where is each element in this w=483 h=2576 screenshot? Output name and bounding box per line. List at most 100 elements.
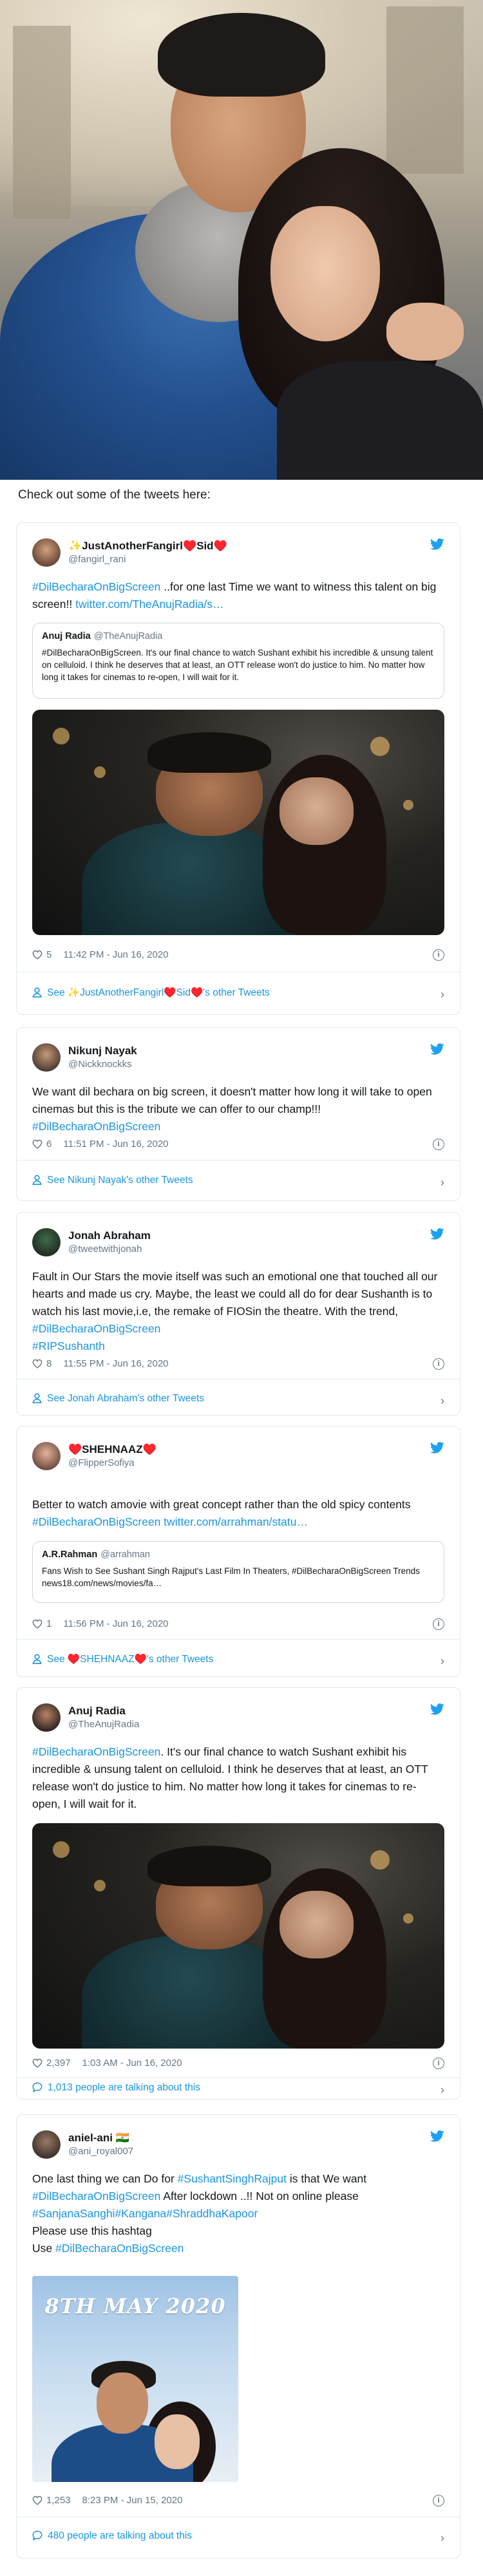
person-icon	[32, 987, 42, 998]
tweet-meta: 2,397 1:03 AM - Jun 16, 2020 i	[32, 2058, 444, 2072]
quoted-tweet[interactable]: A.R.Rahman @arrahman Fans Wish to See Sus…	[32, 1541, 444, 1603]
avatar[interactable]	[32, 1703, 61, 1732]
author-handle[interactable]: @Nickknockks	[68, 1059, 132, 1070]
heart-icon[interactable]	[32, 2496, 43, 2505]
tweet-text: Better to watch amovie with great concep…	[32, 1498, 411, 1528]
avatar[interactable]	[32, 1228, 61, 1256]
see-more-link[interactable]: See Nikunj Nayak's other Tweets ›	[32, 1175, 444, 1190]
tweet-image[interactable]: 8TH MAY 2020	[32, 2276, 238, 2482]
hashtag-link[interactable]: #DilBecharaOnBigScreen	[32, 1120, 160, 1133]
heart-icon[interactable]	[32, 1139, 43, 1149]
url-link[interactable]: twitter.com/arrahman/statu…	[160, 1515, 308, 1528]
info-icon[interactable]: i	[433, 1139, 444, 1150]
info-icon[interactable]: i	[433, 2495, 444, 2506]
quote-author-name: Anuj Radia	[42, 631, 91, 641]
quote-author-handle: @arrahman	[100, 1549, 150, 1560]
author-handle[interactable]: @TheAnujRadia	[68, 1719, 139, 1730]
quote-text: Fans Wish to See Sushant Singh Rajput's …	[42, 1566, 420, 1588]
tweet-text: #DilBecharaOnBigScreen. It's our final c…	[32, 1745, 428, 1810]
url-link[interactable]: twitter.com/TheAnujRadia/s…	[75, 598, 224, 611]
like-count: 2,397	[46, 2058, 71, 2069]
person-icon	[32, 1393, 42, 1403]
info-icon[interactable]: i	[433, 1618, 444, 1630]
tweet-card[interactable]: ✨JustAnotherFangirl♥️Sid♥️ @fangirl_rani…	[16, 522, 460, 1015]
twitter-bird-icon[interactable]	[430, 1228, 444, 1240]
timestamp[interactable]: 11:55 PM - Jun 16, 2020	[63, 1358, 168, 1369]
author-name[interactable]: Anuj Radia	[68, 1705, 126, 1718]
tweet-text: Fault in Our Stars the movie itself was …	[32, 1270, 438, 1352]
person-icon	[32, 1654, 42, 1664]
quote-author-handle: @TheAnujRadia	[93, 631, 163, 641]
twitter-bird-icon[interactable]	[430, 1442, 444, 1454]
tweet-text: We want dil bechara on big screen, it do…	[32, 1085, 432, 1133]
author-handle[interactable]: @ani_royal007	[68, 2146, 133, 2157]
twitter-bird-icon[interactable]	[430, 538, 444, 550]
tweet-card[interactable]: Nikunj Nayak @Nickknockks We want dil be…	[16, 1027, 460, 1201]
hashtag-link[interactable]: #DilBecharaOnBigScreen	[32, 580, 160, 593]
tweet-image[interactable]	[32, 710, 444, 935]
see-more-link[interactable]: See Jonah Abraham's other Tweets ›	[32, 1393, 444, 1408]
chevron-right-icon: ›	[440, 1654, 444, 1667]
twitter-bird-icon[interactable]	[430, 1043, 444, 1055]
tweet-text: #DilBecharaOnBigScreen ..for one last Ti…	[32, 580, 437, 611]
tweet-meta: 1,253 8:23 PM - Jun 15, 2020 i	[32, 2495, 444, 2509]
info-icon[interactable]: i	[433, 1358, 444, 1370]
tweet-card[interactable]: Anuj Radia @TheAnujRadia #DilBecharaOnBi…	[16, 1687, 460, 2099]
quoted-tweet[interactable]: Anuj Radia @TheAnujRadia #DilBecharaOnBig…	[32, 623, 444, 699]
timestamp[interactable]: 11:42 PM - Jun 16, 2020	[63, 949, 168, 960]
tweet-meta: 8 11:55 PM - Jun 16, 2020 i	[32, 1358, 444, 1372]
hashtag-link[interactable]: #DilBecharaOnBigScreen	[32, 2190, 160, 2202]
hashtag-link[interactable]: #SanjanaSanghi#Kangana#ShraddhaKapoor	[32, 2207, 258, 2220]
hashtag-link[interactable]: #DilBecharaOnBigScreen	[32, 1515, 160, 1528]
tweet-card[interactable]: ♥️SHEHNAAZ♥️ @FlipperSofiya Better to wa…	[16, 1426, 460, 1677]
speech-bubble-icon	[32, 2530, 43, 2541]
avatar[interactable]	[32, 1442, 61, 1470]
avatar[interactable]	[32, 1043, 61, 1072]
author-name[interactable]: ✨JustAnotherFangirl♥️Sid♥️	[68, 540, 227, 553]
author-name[interactable]: aniel-ani 🇮🇳	[68, 2132, 129, 2145]
see-more-link[interactable]: See ♥️SHEHNAAZ♥️'s other Tweets ›	[32, 1653, 444, 1669]
heart-icon[interactable]	[32, 2058, 43, 2068]
see-more-link[interactable]: See ✨JustAnotherFangirl♥️Sid♥️'s other T…	[32, 987, 444, 1002]
like-count: 1	[46, 1618, 52, 1629]
hashtag-link[interactable]: #DilBecharaOnBigScreen	[32, 1322, 160, 1335]
hashtag-link[interactable]: #DilBecharaOnBigScreen	[55, 2242, 184, 2255]
heart-icon[interactable]	[32, 950, 43, 960]
heart-icon[interactable]	[32, 1359, 43, 1368]
avatar[interactable]	[32, 538, 61, 567]
poster-title: 8TH MAY 2020	[44, 2294, 226, 2318]
conversation-link[interactable]: 1,013 people are talking about this ›	[32, 2082, 444, 2098]
tweet-card[interactable]: aniel-ani 🇮🇳 @ani_royal007 One last thin…	[16, 2114, 460, 2559]
author-name[interactable]: Nikunj Nayak	[68, 1045, 137, 1057]
twitter-bird-icon[interactable]	[430, 2130, 444, 2142]
person-icon	[32, 1175, 42, 1185]
heart-icon[interactable]	[32, 1619, 43, 1629]
timestamp[interactable]: 11:56 PM - Jun 16, 2020	[63, 1618, 168, 1629]
tweet-meta: 5 11:42 PM - Jun 16, 2020 i	[32, 949, 444, 963]
info-icon[interactable]: i	[433, 2058, 444, 2069]
speech-bubble-icon	[32, 2082, 43, 2092]
like-count: 5	[46, 949, 52, 960]
conversation-link[interactable]: 480 people are talking about this ›	[32, 2530, 444, 2546]
author-handle[interactable]: @tweetwithjonah	[68, 1244, 142, 1255]
author-handle[interactable]: @fangirl_rani	[68, 554, 126, 565]
hashtag-link[interactable]: #DilBecharaOnBigScreen	[32, 1745, 160, 1758]
tweet-image[interactable]	[32, 1823, 444, 2049]
chevron-right-icon: ›	[440, 2083, 444, 2096]
like-count: 8	[46, 1358, 52, 1369]
like-count: 1,253	[46, 2495, 71, 2506]
hashtag-link[interactable]: #SushantSinghRajput	[178, 2172, 287, 2185]
chevron-right-icon: ›	[440, 2532, 444, 2544]
avatar[interactable]	[32, 2130, 61, 2159]
tweet-card[interactable]: Jonah Abraham @tweetwithjonah Fault in O…	[16, 1212, 460, 1416]
author-name[interactable]: Jonah Abraham	[68, 1229, 151, 1242]
timestamp[interactable]: 11:51 PM - Jun 16, 2020	[63, 1139, 168, 1150]
twitter-bird-icon[interactable]	[430, 1703, 444, 1715]
timestamp[interactable]: 1:03 AM - Jun 16, 2020	[82, 2058, 182, 2069]
chevron-right-icon: ›	[440, 1176, 444, 1189]
author-name[interactable]: ♥️SHEHNAAZ♥️	[68, 1443, 156, 1456]
info-icon[interactable]: i	[433, 949, 444, 961]
hashtag-link[interactable]: #RIPSushanth	[32, 1340, 105, 1352]
author-handle[interactable]: @FlipperSofiya	[68, 1457, 135, 1468]
timestamp[interactable]: 8:23 PM - Jun 15, 2020	[82, 2495, 183, 2506]
